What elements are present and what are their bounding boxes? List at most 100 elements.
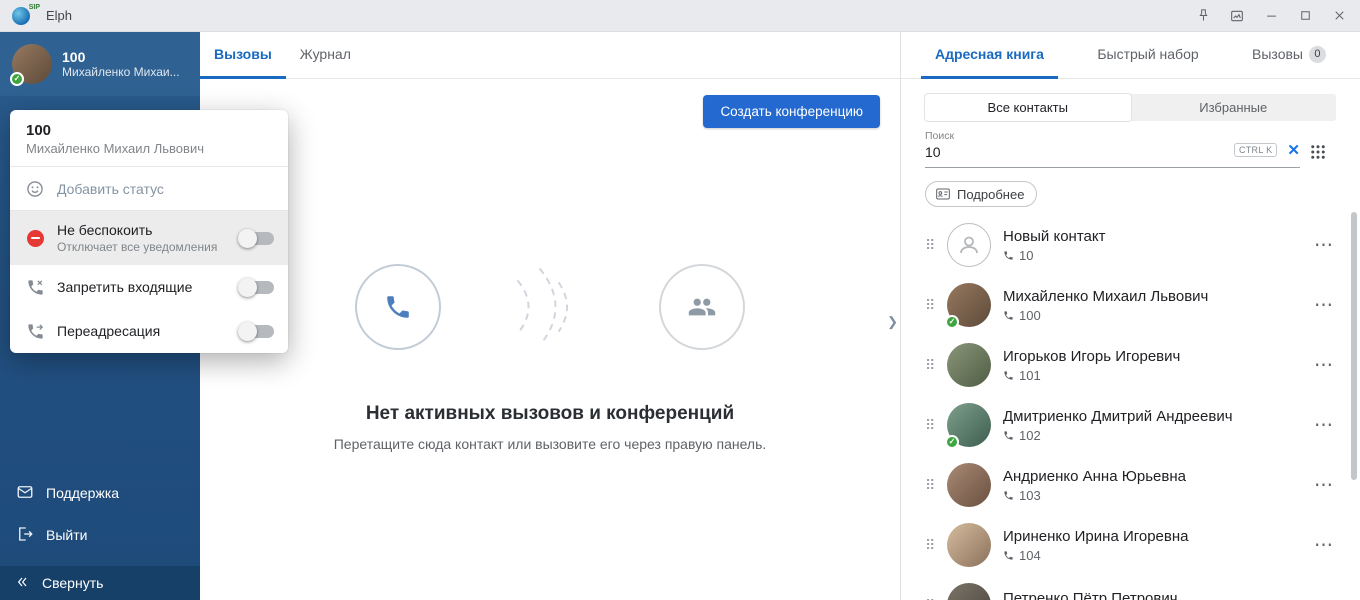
avatar xyxy=(947,223,991,267)
empty-state-title: Нет активных вызовов и конференций xyxy=(366,403,734,425)
avatar: ✓ xyxy=(947,403,991,447)
clear-search-icon[interactable]: ✕ xyxy=(1287,141,1300,159)
forwarding-item[interactable]: Переадресация xyxy=(10,309,288,353)
support-label: Поддержка xyxy=(46,485,119,501)
drag-handle-icon[interactable]: ⠿ xyxy=(925,357,941,374)
tab-calls[interactable]: Вызовы xyxy=(200,32,286,79)
contact-extension: 101 xyxy=(1019,368,1041,383)
tab-panel-calls[interactable]: Вызовы 0 xyxy=(1238,32,1340,79)
person-icon xyxy=(957,233,981,257)
more-menu-icon[interactable]: ⋯ xyxy=(1312,234,1336,257)
contact-row[interactable]: ⠿ ✓ Дмитриенко Дмитрий Андреевич 102 ⋯ xyxy=(925,395,1336,455)
close-icon[interactable] xyxy=(1330,7,1348,25)
contact-search[interactable]: Поиск CTRL K ✕ xyxy=(925,130,1300,168)
dnd-sublabel: Отключает все уведомления xyxy=(57,240,230,254)
segment-all-contacts[interactable]: Все контакты xyxy=(925,94,1131,121)
block-incoming-item[interactable]: Запретить входящие xyxy=(10,265,288,309)
online-badge: ✓ xyxy=(945,315,959,329)
popup-full-name: Михайленко Михаил Львович xyxy=(26,141,272,156)
do-not-disturb-icon xyxy=(24,227,46,249)
titlebar: SIP Elph xyxy=(0,0,1360,32)
user-name: Михайленко Михаи... xyxy=(62,65,180,79)
pin-icon[interactable] xyxy=(1194,7,1212,25)
contact-row[interactable]: ⠿ Новый контакт 10 ⋯ xyxy=(925,215,1336,275)
more-menu-icon[interactable]: ⋯ xyxy=(1312,594,1336,600)
tab-address-book[interactable]: Адресная книга xyxy=(921,32,1058,79)
empty-state-illustration xyxy=(335,251,765,363)
tab-panel-calls-label: Вызовы xyxy=(1252,46,1303,62)
forwarding-icon xyxy=(24,320,46,342)
address-book-body: Все контакты Избранные Поиск CTRL K ✕ xyxy=(901,79,1360,600)
drag-handle-icon[interactable]: ⠿ xyxy=(925,297,941,314)
sidebar-item-logout[interactable]: Выйти xyxy=(0,514,200,556)
logout-label: Выйти xyxy=(46,527,87,543)
popup-extension: 100 xyxy=(26,122,272,139)
app-title: Elph xyxy=(46,8,72,23)
main-tabbar: Вызовы Журнал xyxy=(200,32,900,79)
drag-handle-icon[interactable]: ⠿ xyxy=(925,597,941,600)
snapshot-icon[interactable] xyxy=(1228,7,1246,25)
forwarding-toggle[interactable] xyxy=(241,325,274,338)
dnd-toggle[interactable] xyxy=(241,232,274,245)
status-popup: 100 Михайленко Михаил Львович Добавить с… xyxy=(10,110,288,353)
contact-name: Михайленко Михаил Львович xyxy=(1003,288,1312,305)
drag-handle-icon[interactable]: ⠿ xyxy=(925,477,941,494)
details-button[interactable]: Подробнее xyxy=(925,181,1037,207)
empty-state: Нет активных вызовов и конференций Перет… xyxy=(200,79,900,600)
avatar xyxy=(947,583,991,600)
drag-handle-icon[interactable]: ⠿ xyxy=(925,537,941,554)
tab-speed-dial[interactable]: Быстрый набор xyxy=(1083,32,1212,79)
dnd-item[interactable]: Не беспокоить Отключает все уведомления xyxy=(10,211,288,265)
contact-row[interactable]: ⠿ ✓ Михайленко Михаил Львович 100 ⋯ xyxy=(925,275,1336,335)
envelope-icon xyxy=(16,483,34,504)
popup-header: 100 Михайленко Михаил Львович xyxy=(10,110,288,167)
block-incoming-toggle[interactable] xyxy=(241,281,274,294)
more-menu-icon[interactable]: ⋯ xyxy=(1312,354,1336,377)
shortcut-badge: CTRL K xyxy=(1234,143,1277,157)
tab-journal[interactable]: Журнал xyxy=(286,32,365,79)
contact-row[interactable]: ⠿ Андриенко Анна Юрьевна 103 ⋯ xyxy=(925,455,1336,515)
collapse-panel-chevron-icon[interactable]: ❯ xyxy=(887,314,898,330)
dnd-label: Не беспокоить xyxy=(57,222,230,238)
contact-extension: 100 xyxy=(1019,308,1041,323)
contact-name: Ириненко Ирина Игоревна xyxy=(1003,528,1312,545)
phone-icon xyxy=(1003,490,1014,501)
drag-handle-icon[interactable]: ⠿ xyxy=(925,237,941,254)
tab-address-book-label: Адресная книга xyxy=(935,46,1044,62)
dialpad-icon[interactable] xyxy=(1300,136,1336,168)
collapse-sidebar-button[interactable]: Свернуть xyxy=(0,566,200,600)
drag-handle-icon[interactable]: ⠿ xyxy=(925,417,941,434)
add-status-item[interactable]: Добавить статус xyxy=(10,167,288,211)
user-extension: 100 xyxy=(62,49,180,65)
details-button-label: Подробнее xyxy=(957,187,1024,202)
forwarding-label: Переадресация xyxy=(57,323,230,339)
sidebar-item-support[interactable]: Поддержка xyxy=(0,472,200,514)
user-profile-button[interactable]: ✓ 100 Михайленко Михаи... xyxy=(0,32,200,96)
contact-row[interactable]: ⠿ Игорьков Игорь Игоревич 101 ⋯ xyxy=(925,335,1336,395)
phone-icon xyxy=(1003,250,1014,261)
more-menu-icon[interactable]: ⋯ xyxy=(1312,474,1336,497)
scrollbar[interactable] xyxy=(1351,212,1357,480)
more-menu-icon[interactable]: ⋯ xyxy=(1312,294,1336,317)
right-panel: Адресная книга Быстрый набор Вызовы 0 Вс… xyxy=(900,32,1360,600)
contact-row[interactable]: ⠿ Петренко Пётр Петрович ⋯ xyxy=(925,575,1336,600)
more-menu-icon[interactable]: ⋯ xyxy=(1312,534,1336,557)
segment-favorites[interactable]: Избранные xyxy=(1131,94,1337,121)
contact-name: Игорьков Игорь Игоревич xyxy=(1003,348,1312,365)
minimize-icon[interactable] xyxy=(1262,7,1280,25)
user-avatar: ✓ xyxy=(12,44,52,84)
phone-icon xyxy=(1003,430,1014,441)
collapse-label: Свернуть xyxy=(42,575,103,591)
avatar xyxy=(947,343,991,387)
maximize-icon[interactable] xyxy=(1296,7,1314,25)
phone-icon xyxy=(1003,310,1014,321)
more-menu-icon[interactable]: ⋯ xyxy=(1312,414,1336,437)
logout-icon xyxy=(16,525,34,546)
avatar: ✓ xyxy=(947,283,991,327)
logo-circle xyxy=(12,7,30,25)
contact-extension: 103 xyxy=(1019,488,1041,503)
smiley-icon xyxy=(24,178,46,200)
phone-icon xyxy=(1003,550,1014,561)
contact-name: Дмитриенко Дмитрий Андреевич xyxy=(1003,408,1312,425)
contact-row[interactable]: ⠿ Ириненко Ирина Игоревна 104 ⋯ xyxy=(925,515,1336,575)
